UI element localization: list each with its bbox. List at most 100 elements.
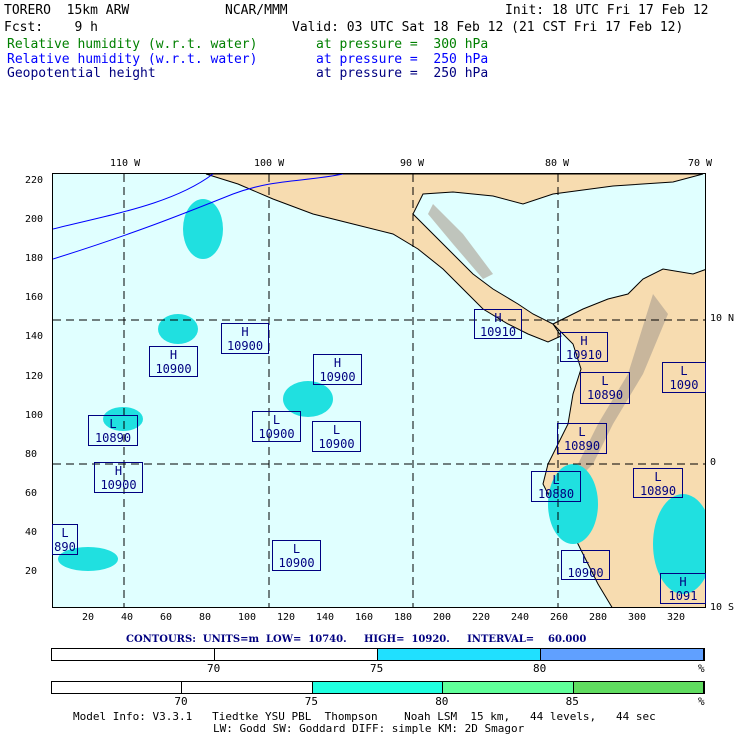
x-tick-label: 240 xyxy=(511,612,530,623)
center-value: 10900 xyxy=(226,339,264,353)
y-tick-label: 60 xyxy=(25,487,38,499)
x-tick-label: 320 xyxy=(667,612,686,623)
x-tick-label: 40 xyxy=(121,612,134,623)
center-value: 10890 xyxy=(586,388,624,402)
pressure-center-label: L 10900 xyxy=(561,550,610,580)
lat-label: 0 xyxy=(710,457,717,468)
colorbar-rh-250 xyxy=(51,648,705,661)
center-type: L xyxy=(332,423,341,437)
colorbar-segment xyxy=(52,682,183,693)
colorbar-segment xyxy=(182,682,313,693)
forecast-hour: Fcst: 9 h xyxy=(4,20,98,35)
y-tick-label: 100 xyxy=(25,409,44,421)
x-tick-label: 140 xyxy=(316,612,335,623)
center-value: 10890 xyxy=(563,439,601,453)
pressure-center-label: H 1091 xyxy=(660,573,706,604)
model-title: TORERO 15km ARW xyxy=(4,3,130,18)
pressure-center-label: L 10890 xyxy=(557,423,607,454)
lon-label: 70 W xyxy=(688,158,713,169)
y-tick-label: 20 xyxy=(25,566,38,577)
x-tick-label: 100 xyxy=(238,612,257,623)
colorbar-label: % xyxy=(698,695,705,708)
colorbar-segment xyxy=(573,682,704,693)
center-type: H xyxy=(333,356,342,370)
pressure-center-label: L 1090 xyxy=(662,362,706,393)
pressure-center-label: L 10900 xyxy=(272,540,321,571)
pressure-center-label: H 10900 xyxy=(94,462,143,493)
valid-time: Valid: 03 UTC Sat 18 Feb 12 (21 CST Fri … xyxy=(292,20,684,35)
field-3-level: at pressure = 250 hPa xyxy=(316,66,489,81)
x-tick-label: 60 xyxy=(160,612,173,623)
center-value: 1091 xyxy=(668,589,698,603)
org-label: NCAR/MMM xyxy=(225,3,288,18)
colorbar-segment xyxy=(52,649,215,660)
center-value: 10900 xyxy=(567,566,604,580)
lat-label: 10 S xyxy=(710,602,735,613)
center-type: H xyxy=(241,325,249,339)
center-type: L xyxy=(272,413,281,427)
pressure-center-label: H 10900 xyxy=(313,354,362,385)
center-type: L xyxy=(680,364,688,378)
colorbar-rh-300 xyxy=(51,681,705,694)
x-tick-label: 160 xyxy=(355,612,374,623)
colorbar-segment xyxy=(312,682,444,693)
colorbar-label: 75 xyxy=(370,662,384,675)
colorbar-segment xyxy=(215,649,378,660)
colorbar-label: 70 xyxy=(207,662,221,675)
x-tick-label: 200 xyxy=(433,612,452,623)
lon-label: 100 W xyxy=(254,158,285,169)
x-tick-label: 80 xyxy=(199,612,212,623)
lon-label: 80 W xyxy=(545,158,570,169)
init-time: Init: 18 UTC Fri 17 Feb 12 xyxy=(505,3,709,18)
field-1-level: at pressure = 300 hPa xyxy=(316,37,489,52)
y-tick-label: 120 xyxy=(25,370,44,382)
center-type: H xyxy=(679,575,687,589)
center-value: 10900 xyxy=(100,478,137,492)
colorbar-segment xyxy=(443,682,574,693)
pressure-center-label: L 890 xyxy=(52,524,78,555)
pressure-center-label: L 10900 xyxy=(312,421,361,452)
center-type: H xyxy=(114,464,123,478)
x-tick-label: 20 xyxy=(82,612,95,623)
lon-label: 90 W xyxy=(400,158,425,169)
center-value: 10900 xyxy=(319,370,356,384)
pressure-center-label: H 10910 xyxy=(474,309,522,339)
pressure-center-label: L 10890 xyxy=(580,372,630,404)
colorbar-label: % xyxy=(698,662,705,675)
colorbar-label: 85 xyxy=(565,695,579,708)
center-type: L xyxy=(109,417,117,431)
center-value: 10900 xyxy=(258,427,295,441)
center-value: 10880 xyxy=(537,487,575,501)
center-type: L xyxy=(578,425,586,439)
colorbar-segment xyxy=(541,649,704,660)
center-type: H xyxy=(580,334,588,348)
x-tick-label: 300 xyxy=(628,612,647,623)
colorbar-label: 80 xyxy=(435,695,449,708)
field-2-name: Relative humidity (w.r.t. water) xyxy=(7,52,258,67)
pressure-center-label: L 10900 xyxy=(252,411,301,442)
contour-info: CONTOURS: UNITS=m LOW= 10740. HIGH= 1092… xyxy=(126,634,587,645)
y-tick-label: 80 xyxy=(25,448,38,460)
center-value: 10910 xyxy=(479,325,517,339)
colorbar-label: 80 xyxy=(533,662,547,675)
x-tick-label: 260 xyxy=(550,612,569,623)
x-tick-label: 120 xyxy=(277,612,296,623)
y-tick-label: 180 xyxy=(25,253,44,265)
field-3-name: Geopotential height xyxy=(7,66,156,81)
center-type: L xyxy=(552,473,560,487)
pressure-center-label: L 10880 xyxy=(531,471,581,502)
center-value: 10890 xyxy=(94,431,132,445)
lat-label: 10 N xyxy=(710,313,735,324)
y-tick-label: 40 xyxy=(25,526,38,538)
center-value: 1090 xyxy=(669,378,699,392)
pressure-center-label: H 10900 xyxy=(221,323,269,354)
center-type: H xyxy=(169,348,178,362)
center-type: L xyxy=(601,374,609,388)
center-type: L xyxy=(61,526,69,540)
humidity-patch xyxy=(158,314,198,344)
center-value: 10900 xyxy=(155,362,192,376)
pressure-center-label: H 10910 xyxy=(560,332,608,362)
model-info-line2: LW: Godd SW: Goddard DIFF: simple KM: 2D… xyxy=(213,722,525,735)
y-tick-label: 140 xyxy=(25,331,44,343)
colorbar-segment xyxy=(378,649,541,660)
